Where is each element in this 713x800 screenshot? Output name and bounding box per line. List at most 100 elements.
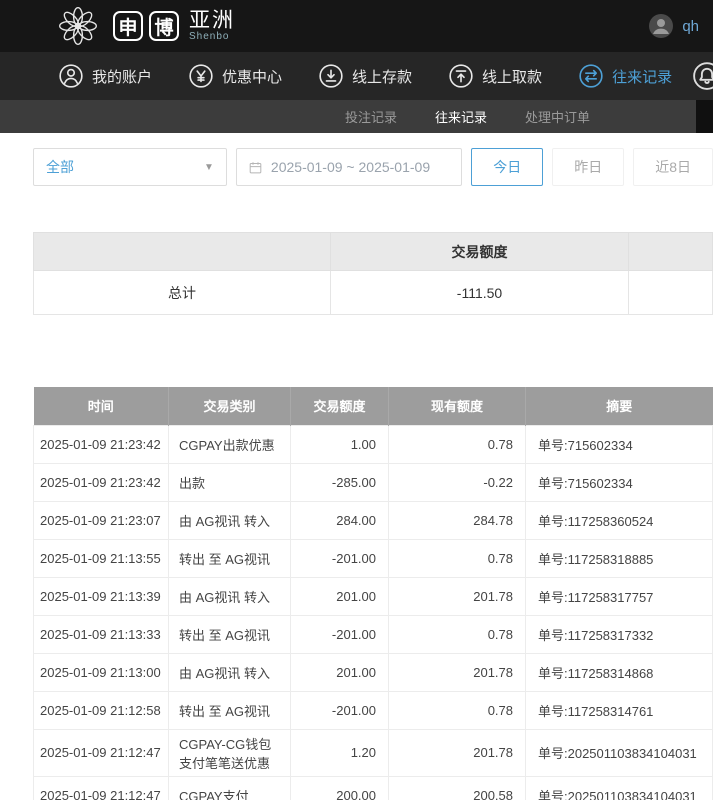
logo-char-bo: 博 [149,11,179,41]
logo-region-cn: 亚洲 [189,10,235,32]
cell-time: 2025-01-09 21:12:58 [34,691,169,729]
cell-amount: -285.00 [291,463,389,501]
promo-icon [188,63,214,89]
summary-total-value: -111.50 [331,271,629,315]
table-row: 2025-01-09 21:12:47CGPAY-CG钱包支付笔笔送优惠1.20… [34,729,713,776]
record-tabs: 投注记录 往来记录 处理中订单 [0,100,713,133]
col-header-type: 交易类别 [169,387,291,425]
nav-item-transaction-records[interactable]: 往来记录 [578,63,672,89]
user-icon [58,63,84,89]
topbar: 申 博 亚洲 Shenbo qh [0,0,713,52]
cell-time: 2025-01-09 21:23:42 [34,463,169,501]
chevron-down-icon: ▼ [204,162,214,173]
cell-time: 2025-01-09 21:13:39 [34,577,169,615]
bell-icon[interactable] [692,61,713,91]
filter-row: 全部 ▼ 2025-01-09 ~ 2025-01-09 今日昨日近8日 [33,148,713,186]
cell-summary: 单号:117258317757 [526,577,713,615]
type-filter-dropdown[interactable]: 全部 ▼ [33,148,227,186]
cell-type: 转出 至 AG视讯 [169,691,291,729]
cell-time: 2025-01-09 21:23:07 [34,501,169,539]
table-row: 2025-01-09 21:13:00由 AG视讯 转入201.00201.78… [34,653,713,691]
logo-char-shen: 申 [113,11,143,41]
cell-summary: 单号:117258360524 [526,501,713,539]
nav-item-promo-center[interactable]: 优惠中心 [188,63,282,89]
cell-type: CGPAY支付 [169,776,291,800]
cell-time: 2025-01-09 21:23:42 [34,425,169,463]
cell-type: 转出 至 AG视讯 [169,539,291,577]
cell-type: CGPAY出款优惠 [169,425,291,463]
records-icon [578,63,604,89]
table-row: 2025-01-09 21:13:55转出 至 AG视讯-201.000.78单… [34,539,713,577]
col-header-summary: 摘要 [526,387,713,425]
cell-type: 转出 至 AG视讯 [169,615,291,653]
cell-balance: 201.78 [389,729,526,776]
cell-summary: 单号:202501103834104031 [526,729,713,776]
nav-item-my-account[interactable]: 我的账户 [58,63,152,89]
avatar [648,13,674,39]
table-row: 2025-01-09 21:23:42CGPAY出款优惠1.000.78单号:7… [34,425,713,463]
cell-summary: 单号:117258318885 [526,539,713,577]
summary-table: 交易额度 总计 -111.50 [33,232,713,315]
cell-amount: 201.00 [291,577,389,615]
cell-amount: 200.00 [291,776,389,800]
cell-type: 由 AG视讯 转入 [169,577,291,615]
cell-type: 由 AG视讯 转入 [169,501,291,539]
summary-header-label: 交易额度 [331,233,629,271]
table-row: 2025-01-09 21:13:33转出 至 AG视讯-201.000.78单… [34,615,713,653]
cell-type: 出款 [169,463,291,501]
corner-widget [696,100,713,133]
cell-summary: 单号:715602334 [526,425,713,463]
cell-amount: -201.00 [291,539,389,577]
summary-header-spacer-right [629,233,713,271]
cell-summary: 单号:117258314761 [526,691,713,729]
table-row: 2025-01-09 21:23:42出款-285.00-0.22单号:7156… [34,463,713,501]
cell-balance: 201.78 [389,577,526,615]
nav-item-label: 往来记录 [612,66,672,87]
cell-time: 2025-01-09 21:12:47 [34,776,169,800]
cell-balance: 284.78 [389,501,526,539]
transactions-body: 2025-01-09 21:23:42CGPAY出款优惠1.000.78单号:7… [34,425,713,800]
tab-transaction-records[interactable]: 往来记录 [435,107,487,126]
tab-betting-records[interactable]: 投注记录 [345,107,397,126]
cell-type: 由 AG视讯 转入 [169,653,291,691]
summary-total-spacer [629,271,713,315]
user-area[interactable]: qh [648,13,699,39]
summary-header-row: 交易额度 [34,233,713,271]
yesterday-button[interactable]: 昨日 [552,148,624,186]
date-range-value: 2025-01-09 ~ 2025-01-09 [271,159,430,175]
nav-item-online-withdraw[interactable]: 线上取款 [448,63,542,89]
cell-summary: 单号:715602334 [526,463,713,501]
col-header-amount: 交易额度 [291,387,389,425]
cell-balance: 0.78 [389,425,526,463]
cell-time: 2025-01-09 21:13:00 [34,653,169,691]
calendar-icon [248,160,263,175]
cell-time: 2025-01-09 21:13:55 [34,539,169,577]
nav-item-label: 线上存款 [352,66,412,87]
lotus-logo-icon [55,3,101,49]
logo-region-en: Shenbo [189,32,235,43]
nav-item-online-deposit[interactable]: 线上存款 [318,63,412,89]
today-button[interactable]: 今日 [471,148,543,186]
cell-summary: 单号:117258317332 [526,615,713,653]
cell-amount: -201.00 [291,691,389,729]
transactions-table: 时间交易类别交易额度现有额度摘要 2025-01-09 21:23:42CGPA… [33,387,713,800]
cell-time: 2025-01-09 21:13:33 [34,615,169,653]
cell-balance: -0.22 [389,463,526,501]
summary-total-row: 总计 -111.50 [34,271,713,315]
tab-processing-orders[interactable]: 处理中订单 [525,107,590,126]
cell-balance: 0.78 [389,691,526,729]
username-label: qh [682,18,699,35]
last-8-days-button[interactable]: 近8日 [633,148,713,186]
nav-item-label: 优惠中心 [222,66,282,87]
logo[interactable]: 申 博 亚洲 Shenbo [55,3,235,49]
cell-time: 2025-01-09 21:12:47 [34,729,169,776]
date-range-input[interactable]: 2025-01-09 ~ 2025-01-09 [236,148,462,186]
cell-amount: 1.20 [291,729,389,776]
cell-type: CGPAY-CG钱包支付笔笔送优惠 [169,729,291,776]
cell-balance: 201.78 [389,653,526,691]
nav-item-label: 线上取款 [482,66,542,87]
withdraw-icon [448,63,474,89]
main-nav: 我的账户 优惠中心 线上存款 线上取款 往来记录 [0,52,713,100]
cell-summary: 单号:117258314868 [526,653,713,691]
table-row: 2025-01-09 21:13:39由 AG视讯 转入201.00201.78… [34,577,713,615]
